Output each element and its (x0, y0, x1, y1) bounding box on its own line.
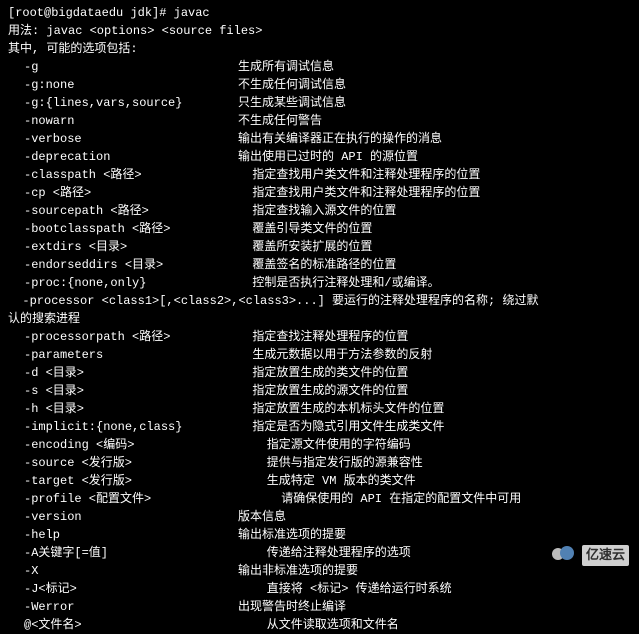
intro-line: 其中, 可能的选项包括: (8, 40, 631, 58)
option-row: @<文件名> 从文件读取选项和文件名 (8, 616, 631, 634)
processor-line: -processor <class1>[,<class2>,<class3>..… (8, 292, 631, 310)
option-desc: 出现警告时终止编译 (238, 598, 346, 616)
option-row: -classpath <路径> 指定查找用户类文件和注释处理程序的位置 (8, 166, 631, 184)
option-row: -J<标记> 直接将 <标记> 传递给运行时系统 (8, 580, 631, 598)
option-desc: 输出有关编译器正在执行的操作的消息 (238, 130, 442, 148)
option-desc: 指定放置生成的本机标头文件的位置 (238, 400, 444, 418)
option-flag: -extdirs <目录> (8, 238, 238, 256)
option-flag: -g:none (8, 76, 238, 94)
option-row: -endorseddirs <目录> 覆盖签名的标准路径的位置 (8, 256, 631, 274)
option-flag: -h <目录> (8, 400, 238, 418)
option-row: -implicit:{none,class} 指定是否为隐式引用文件生成类文件 (8, 418, 631, 436)
option-flag: -help (8, 526, 238, 544)
option-flag: -J<标记> (8, 580, 238, 598)
option-desc: 指定源文件使用的字符编码 (238, 436, 411, 454)
shell-prompt[interactable]: [root@bigdataedu jdk]# javac (8, 4, 631, 22)
option-flag: -implicit:{none,class} (8, 418, 238, 436)
option-flag: -X (8, 562, 238, 580)
option-flag: -proc:{none,only} (8, 274, 238, 292)
option-desc: 不生成任何警告 (238, 112, 322, 130)
option-flag: -processorpath <路径> (8, 328, 238, 346)
option-row: -source <发行版> 提供与指定发行版的源兼容性 (8, 454, 631, 472)
watermark-text: 亿速云 (582, 545, 629, 567)
option-desc: 只生成某些调试信息 (238, 94, 346, 112)
option-row: -bootclasspath <路径> 覆盖引导类文件的位置 (8, 220, 631, 238)
option-flag: -encoding <编码> (8, 436, 238, 454)
option-flag: -classpath <路径> (8, 166, 238, 184)
option-flag: -target <发行版> (8, 472, 238, 490)
watermark: 亿速云 (550, 545, 629, 567)
option-row: -help输出标准选项的提要 (8, 526, 631, 544)
option-row: -deprecation输出使用已过时的 API 的源位置 (8, 148, 631, 166)
option-flag: -A关键字[=值] (8, 544, 238, 562)
option-flag: -endorseddirs <目录> (8, 256, 238, 274)
option-row: -X输出非标准选项的提要 (8, 562, 631, 580)
option-desc: 覆盖签名的标准路径的位置 (238, 256, 396, 274)
option-row: -verbose输出有关编译器正在执行的操作的消息 (8, 130, 631, 148)
option-row: -sourcepath <路径> 指定查找输入源文件的位置 (8, 202, 631, 220)
usage-line: 用法: javac <options> <source files> (8, 22, 631, 40)
option-row: -g生成所有调试信息 (8, 58, 631, 76)
option-flag: -nowarn (8, 112, 238, 130)
option-row: -profile <配置文件> 请确保使用的 API 在指定的配置文件中可用 (8, 490, 631, 508)
option-desc: 指定查找输入源文件的位置 (238, 202, 396, 220)
option-desc: 生成特定 VM 版本的类文件 (238, 472, 416, 490)
option-row: -g:none不生成任何调试信息 (8, 76, 631, 94)
option-desc: 直接将 <标记> 传递给运行时系统 (238, 580, 452, 598)
option-desc: 控制是否执行注释处理和/或编译。 (238, 274, 440, 292)
cloud-icon (550, 546, 578, 564)
option-flag: -d <目录> (8, 364, 238, 382)
option-flag: -verbose (8, 130, 238, 148)
option-flag: -deprecation (8, 148, 238, 166)
option-flag: -g (8, 58, 238, 76)
option-desc: 输出使用已过时的 API 的源位置 (238, 148, 418, 166)
option-row: -Werror出现警告时终止编译 (8, 598, 631, 616)
option-desc: 提供与指定发行版的源兼容性 (238, 454, 423, 472)
option-desc: 传递给注释处理程序的选项 (238, 544, 411, 562)
option-row: -proc:{none,only} 控制是否执行注释处理和/或编译。 (8, 274, 631, 292)
option-flag: -s <目录> (8, 382, 238, 400)
option-row: -s <目录> 指定放置生成的源文件的位置 (8, 382, 631, 400)
option-row: -cp <路径> 指定查找用户类文件和注释处理程序的位置 (8, 184, 631, 202)
option-row: -encoding <编码> 指定源文件使用的字符编码 (8, 436, 631, 454)
option-desc: 请确保使用的 API 在指定的配置文件中可用 (238, 490, 521, 508)
option-row: -g:{lines,vars,source}只生成某些调试信息 (8, 94, 631, 112)
option-desc: 从文件读取选项和文件名 (238, 616, 399, 634)
option-desc: 不生成任何调试信息 (238, 76, 346, 94)
option-flag: -source <发行版> (8, 454, 238, 472)
option-desc: 指定查找注释处理程序的位置 (238, 328, 408, 346)
option-flag: -version (8, 508, 238, 526)
processor-cont: 认的搜索进程 (8, 310, 631, 328)
option-flag: -bootclasspath <路径> (8, 220, 238, 238)
option-desc: 生成元数据以用于方法参数的反射 (238, 346, 432, 364)
option-desc: 指定是否为隐式引用文件生成类文件 (238, 418, 444, 436)
option-desc: 输出非标准选项的提要 (238, 562, 358, 580)
option-flag: -g:{lines,vars,source} (8, 94, 238, 112)
option-desc: 指定查找用户类文件和注释处理程序的位置 (238, 184, 480, 202)
option-desc: 生成所有调试信息 (238, 58, 334, 76)
option-desc: 覆盖所安装扩展的位置 (238, 238, 372, 256)
option-flag: -sourcepath <路径> (8, 202, 238, 220)
option-row: -extdirs <目录> 覆盖所安装扩展的位置 (8, 238, 631, 256)
option-row: -parameters 生成元数据以用于方法参数的反射 (8, 346, 631, 364)
option-row: -target <发行版> 生成特定 VM 版本的类文件 (8, 472, 631, 490)
option-desc: 版本信息 (238, 508, 286, 526)
option-row: -version版本信息 (8, 508, 631, 526)
option-flag: -Werror (8, 598, 238, 616)
option-flag: -cp <路径> (8, 184, 238, 202)
option-row: -h <目录> 指定放置生成的本机标头文件的位置 (8, 400, 631, 418)
option-desc: 覆盖引导类文件的位置 (238, 220, 372, 238)
option-flag: @<文件名> (8, 616, 238, 634)
option-row: -processorpath <路径> 指定查找注释处理程序的位置 (8, 328, 631, 346)
option-desc: 输出标准选项的提要 (238, 526, 346, 544)
option-flag: -profile <配置文件> (8, 490, 238, 508)
option-desc: 指定放置生成的类文件的位置 (238, 364, 408, 382)
option-desc: 指定放置生成的源文件的位置 (238, 382, 408, 400)
option-flag: -parameters (8, 346, 238, 364)
option-row: -d <目录> 指定放置生成的类文件的位置 (8, 364, 631, 382)
option-row: -nowarn不生成任何警告 (8, 112, 631, 130)
option-row: -A关键字[=值] 传递给注释处理程序的选项 (8, 544, 631, 562)
option-desc: 指定查找用户类文件和注释处理程序的位置 (238, 166, 480, 184)
